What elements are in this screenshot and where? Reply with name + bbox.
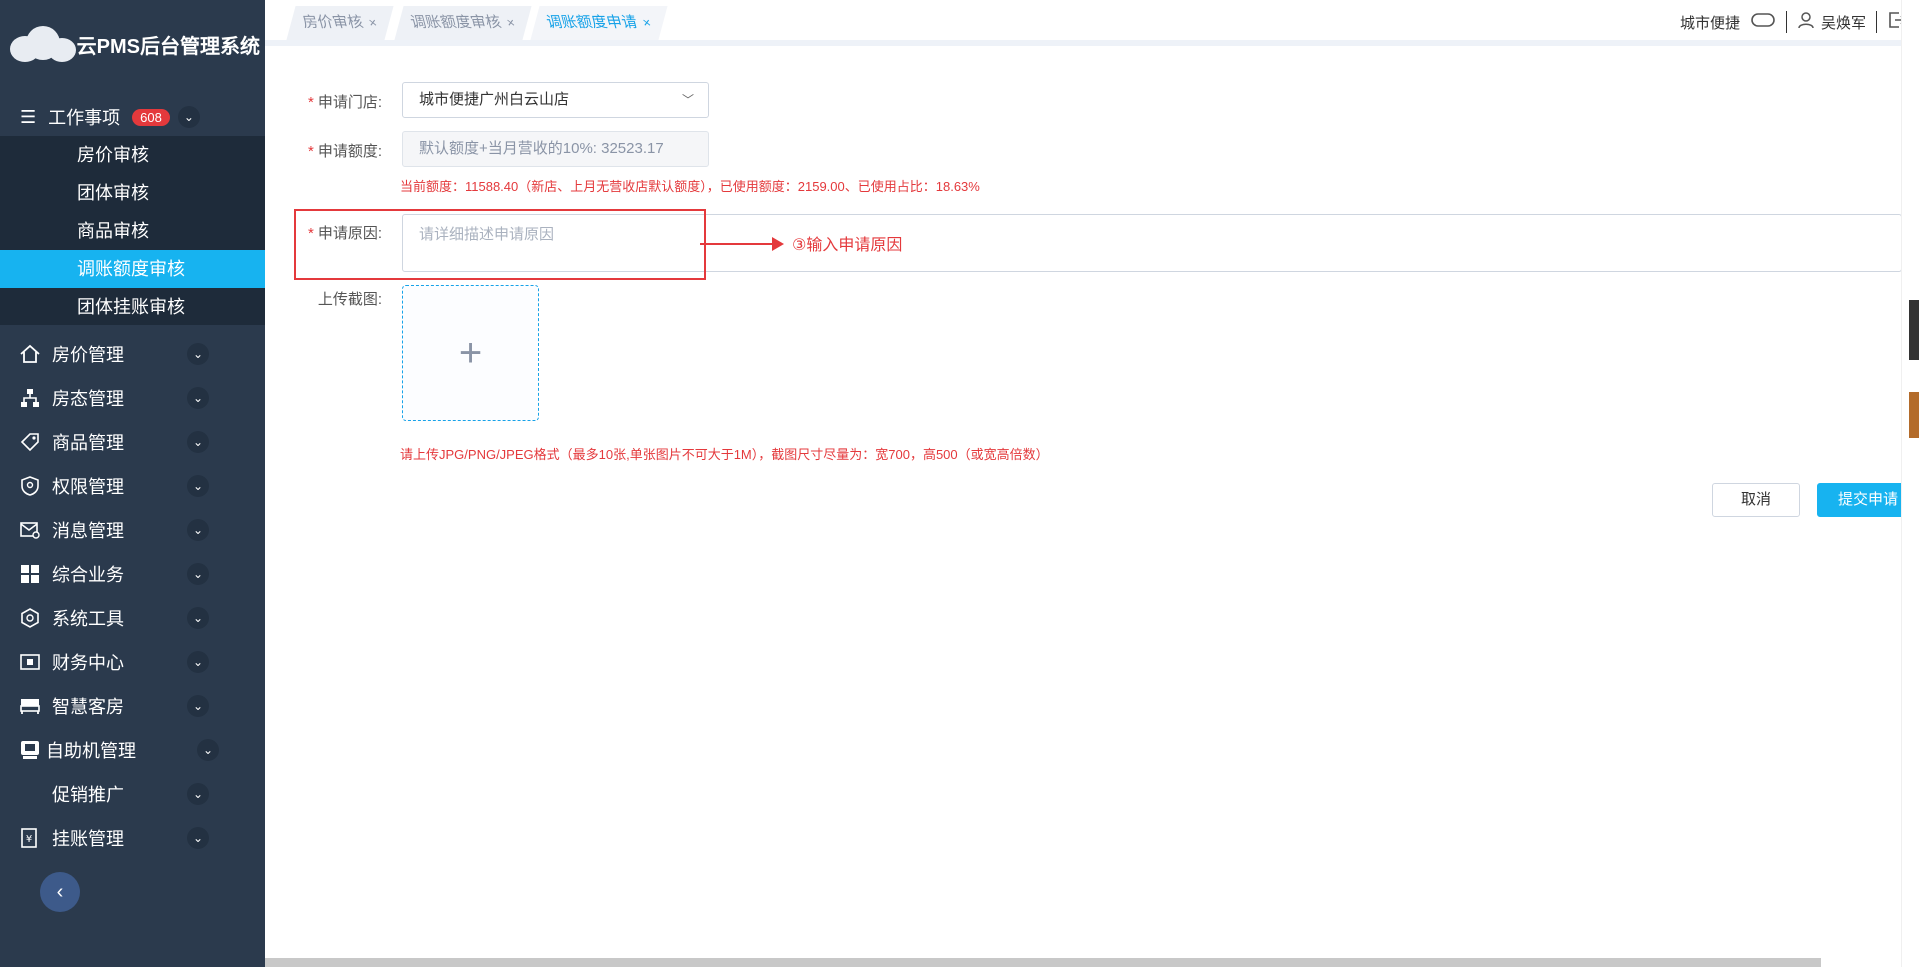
annotation-arrowhead [772, 237, 784, 251]
hotel-name[interactable]: 城市便捷 [1680, 12, 1740, 33]
sidebar-item-goods-review[interactable]: 商品审核 [0, 212, 265, 250]
sidebar: 云PMS后台管理系统 ☰ 工作事项 608 ⌄ 房价审核 团体审核 商品审核 调… [0, 0, 265, 967]
bed-icon [18, 694, 42, 718]
shield-icon [18, 474, 42, 498]
user-name[interactable]: 吴焕军 [1821, 12, 1866, 33]
menu-credit[interactable]: ¥ 挂账管理 ⌄ [0, 818, 265, 858]
sitemap-icon [18, 386, 42, 410]
tab-room-price-review[interactable]: 房价审核 × [286, 6, 394, 40]
amount-hint: 当前额度：11588.40（新店、上月无营收店默认额度），已使用额度：2159.… [400, 179, 980, 194]
annotation-arrow [700, 243, 776, 245]
upload-box[interactable]: + [402, 285, 539, 421]
chevron-down-icon: ﹀ [681, 93, 694, 107]
hexagon-icon [18, 606, 42, 630]
switch-icon[interactable] [1750, 11, 1776, 33]
tab-adjust-quota-review[interactable]: 调账额度审核 × [394, 6, 532, 40]
chevron-down-icon[interactable]: ⌄ [197, 739, 219, 761]
divider [1876, 11, 1877, 33]
menu-finance[interactable]: 财务中心 ⌄ [0, 642, 265, 682]
collapse-sidebar-button[interactable]: ‹ [40, 872, 80, 912]
divider [1785, 11, 1787, 33]
app-title: 云PMS后台管理系统 [76, 35, 260, 58]
chevron-down-icon[interactable]: ⌄ [187, 519, 209, 541]
finance-icon [18, 650, 42, 674]
chevron-down-icon[interactable]: ⌄ [187, 475, 209, 497]
scrollbar-marker [1909, 392, 1919, 438]
house-icon [18, 342, 42, 366]
menu-goods[interactable]: 商品管理 ⌄ [0, 422, 265, 462]
tag-icon [18, 430, 42, 454]
vertical-scrollbar[interactable] [1901, 0, 1919, 967]
svg-text:¥: ¥ [26, 834, 32, 845]
upload-label: 上传截图: [317, 291, 382, 308]
sidebar-item-group-review[interactable]: 团体审核 [0, 174, 265, 212]
sidebar-item-adjust-quota-review[interactable]: 调账额度审核 [0, 250, 265, 288]
cancel-button[interactable]: 取消 [1712, 483, 1800, 517]
kiosk-icon [18, 738, 42, 762]
tab-adjust-quota-apply[interactable]: 调账额度申请 × [530, 6, 668, 40]
menu-kiosk[interactable]: 自助机管理 ⌄ [0, 730, 265, 770]
annotation-highlight-box [294, 209, 706, 280]
topbar: 房价审核 × 调账额度审核 × 调账额度申请 × 城市便捷 吴焕军 [265, 0, 1919, 46]
store-label: * 申请门店: [307, 94, 382, 111]
menu-smart-room[interactable]: 智慧客房 ⌄ [0, 686, 265, 726]
close-icon[interactable]: × [364, 6, 381, 40]
store-select[interactable]: 城市便捷广州白云山店 ﹀ [402, 82, 709, 118]
chevron-down-icon[interactable]: ⌄ [187, 563, 209, 585]
grid-icon [18, 562, 42, 586]
menu-work-items[interactable]: ☰ 工作事项 608 ⌄ [0, 98, 265, 136]
menu-integrated-business[interactable]: 综合业务 ⌄ [0, 554, 265, 594]
menu-permission[interactable]: 权限管理 ⌄ [0, 466, 265, 506]
menu-room-status[interactable]: 房态管理 ⌄ [0, 378, 265, 418]
cloud-logo-icon [10, 24, 76, 64]
sidebar-item-room-price-review[interactable]: 房价审核 [0, 136, 265, 174]
sidebar-item-group-credit-review[interactable]: 团体挂账审核 [0, 288, 265, 326]
list-icon: ☰ [20, 106, 37, 127]
scrollbar-thumb[interactable] [1909, 300, 1919, 360]
chevron-down-icon[interactable]: ⌄ [187, 651, 209, 673]
menu-work-items-label: 工作事项 [48, 108, 121, 128]
chevron-down-icon[interactable]: ⌄ [187, 343, 209, 365]
close-icon[interactable]: × [638, 6, 655, 40]
app-logo: 云PMS后台管理系统 [10, 20, 260, 68]
work-items-badge: 608 [132, 108, 170, 126]
chevron-down-icon[interactable]: ⌄ [187, 431, 209, 453]
chevron-down-icon[interactable]: ⌄ [187, 607, 209, 629]
horizontal-scrollbar[interactable] [265, 958, 1821, 967]
user-icon [1797, 11, 1815, 33]
close-icon[interactable]: × [502, 6, 519, 40]
chevron-down-icon[interactable]: ⌄ [177, 106, 200, 128]
menu-system-tools[interactable]: 系统工具 ⌄ [0, 598, 265, 638]
menu-room-price[interactable]: 房价管理 ⌄ [0, 334, 265, 374]
upload-hint: 请上传JPG/PNG/JPEG格式（最多10张,单张图片不可大于1M），截图尺寸… [400, 447, 1049, 462]
chevron-down-icon[interactable]: ⌄ [187, 695, 209, 717]
amount-label: * 申请额度: [307, 143, 382, 160]
chevron-down-icon[interactable]: ⌄ [187, 827, 209, 849]
chevron-down-icon[interactable]: ⌄ [187, 783, 209, 805]
mail-icon [18, 518, 42, 542]
chevron-down-icon[interactable]: ⌄ [187, 387, 209, 409]
yen-icon: ¥ [18, 826, 42, 850]
amount-field: 默认额度+当月营收的10%: 32523.17 [402, 131, 709, 167]
top-right-toolbar: 城市便捷 吴焕军 [1680, 0, 1907, 44]
menu-promotion[interactable]: 促销推广 ⌄ [0, 774, 265, 814]
blank-icon [18, 782, 42, 806]
annotation-text: ③输入申请原因 [792, 237, 903, 254]
menu-message[interactable]: 消息管理 ⌄ [0, 510, 265, 550]
work-items-submenu: 房价审核 团体审核 商品审核 调账额度审核 团体挂账审核 [0, 136, 265, 325]
chevron-left-icon: ‹ [56, 880, 64, 903]
plus-icon: + [458, 330, 483, 375]
